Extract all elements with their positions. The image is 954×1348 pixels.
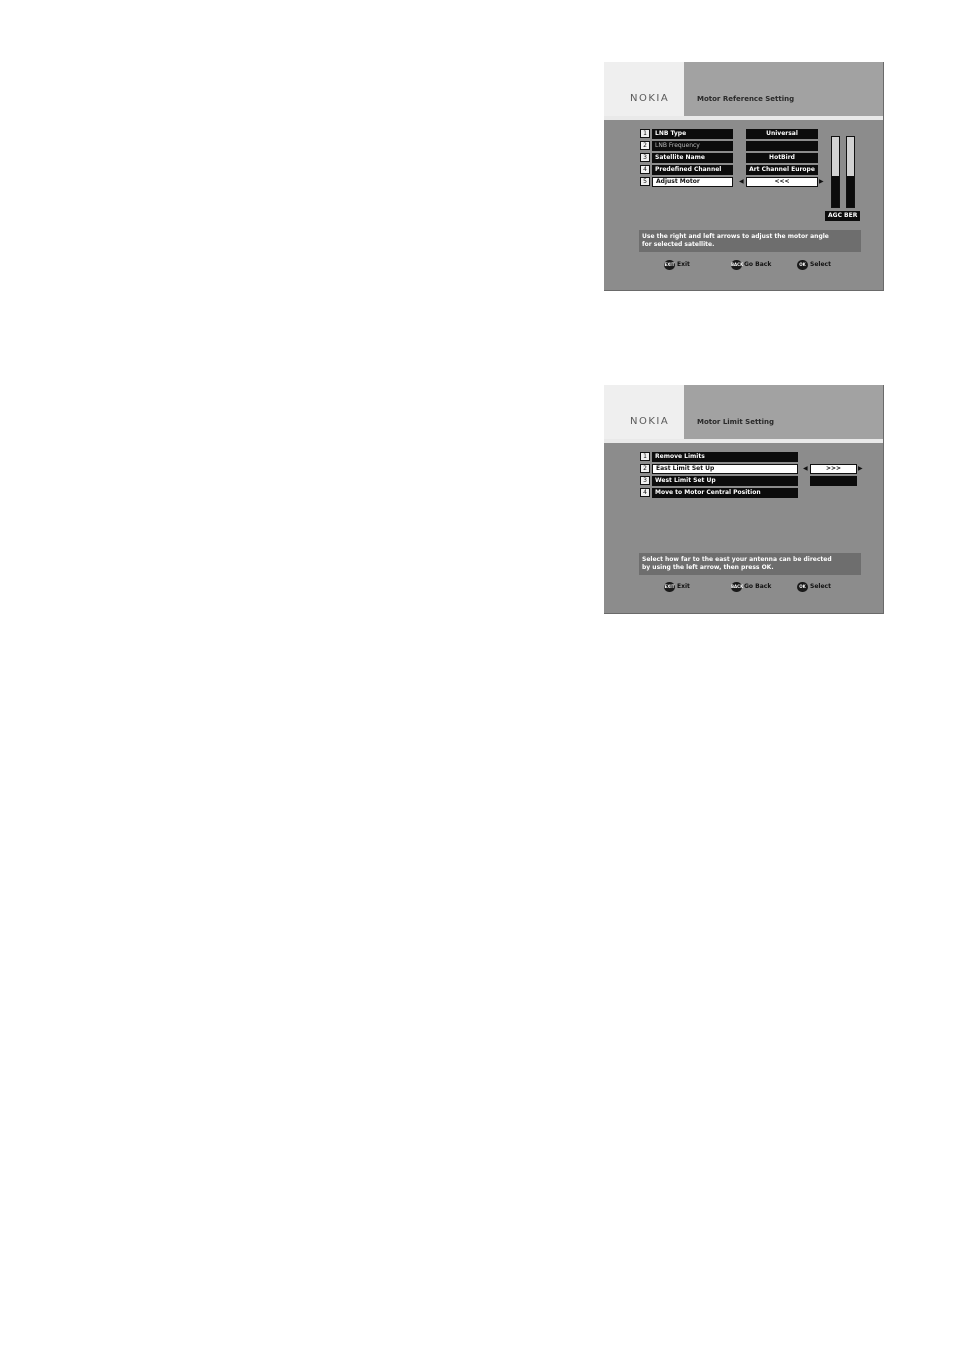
header-logo-area xyxy=(604,62,684,116)
ok-key-icon: OK xyxy=(797,582,808,592)
go-back-label: Go Back xyxy=(744,583,772,590)
lnb-frequency-value[interactable] xyxy=(746,141,818,151)
menu-item-label: Predefined Channel xyxy=(652,165,733,175)
satellite-name-value[interactable]: HotBird xyxy=(746,153,818,163)
east-limit-value[interactable]: >>> xyxy=(810,464,857,474)
lnb-type-value[interactable]: Universal xyxy=(746,129,818,139)
menu-item-label: Remove Limits xyxy=(652,452,798,462)
menu-item-number: 4 xyxy=(640,165,650,174)
help-text: Select how far to the east your antenna … xyxy=(639,553,861,575)
exit-key-icon: EXIT xyxy=(664,260,675,270)
menu-item-number: 2 xyxy=(640,141,650,150)
menu-item-label: West Limit Set Up xyxy=(652,476,798,486)
select-button[interactable]: OK Select xyxy=(797,260,831,271)
menu-item-label: Adjust Motor xyxy=(652,177,733,187)
menu-item-label: East Limit Set Up xyxy=(652,464,798,474)
header-logo-area xyxy=(604,385,684,439)
exit-key-icon: EXIT xyxy=(664,582,675,592)
agc-ber-label: AGC BER xyxy=(825,211,861,221)
menu-item-number: 1 xyxy=(640,452,650,461)
help-text-line2: for selected satellite. xyxy=(642,241,715,248)
exit-label: Exit xyxy=(677,261,690,268)
motor-limit-screen: NOKIA Motor Limit Setting 1 Remove Limit… xyxy=(604,385,884,614)
exit-button[interactable]: EXIT Exit xyxy=(664,260,690,271)
arrow-left-icon[interactable]: ◀ xyxy=(739,177,744,187)
menu-item-label: LNB Frequency xyxy=(652,141,733,151)
page-title: Motor Limit Setting xyxy=(697,418,775,426)
arrow-right-icon[interactable]: ▶ xyxy=(858,464,863,474)
west-limit-value[interactable] xyxy=(810,476,857,486)
go-back-button[interactable]: BACKGo Back xyxy=(731,260,771,271)
ok-key-icon: OK xyxy=(797,260,808,270)
menu-item-number: 3 xyxy=(640,153,650,162)
arrow-right-icon[interactable]: ▶ xyxy=(819,177,824,187)
header-title-area xyxy=(684,62,883,116)
help-text-line1: Use the right and left arrows to adjust … xyxy=(642,233,829,240)
ber-meter-fill xyxy=(847,175,854,207)
menu-item-number: 5 xyxy=(640,177,650,186)
go-back-label: Go Back xyxy=(744,261,772,268)
page-title: Motor Reference Setting xyxy=(697,95,795,103)
motor-reference-screen: NOKIA Motor Reference Setting 1 LNB Type… xyxy=(604,62,884,291)
exit-button[interactable]: EXIT Exit xyxy=(664,582,690,593)
header-title-area xyxy=(684,385,883,439)
header-divider xyxy=(604,116,883,120)
menu-item-label: LNB Type xyxy=(652,129,733,139)
menu-item-number: 1 xyxy=(640,129,650,138)
predefined-channel-value[interactable]: Art Channel Europe xyxy=(746,165,818,175)
go-back-button[interactable]: BACKGo Back xyxy=(731,582,771,593)
adjust-motor-value[interactable]: <<< xyxy=(746,177,818,187)
back-key-icon: BACK xyxy=(731,582,743,592)
exit-label: Exit xyxy=(677,583,690,590)
agc-meter-fill xyxy=(832,175,839,207)
menu-item-number: 2 xyxy=(640,464,650,473)
ber-meter xyxy=(846,136,855,208)
help-text-line2: by using the left arrow, then press OK. xyxy=(642,564,774,571)
header-divider xyxy=(604,439,883,443)
help-text: Use the right and left arrows to adjust … xyxy=(639,230,861,252)
nokia-logo: NOKIA xyxy=(630,93,670,104)
help-text-line1: Select how far to the east your antenna … xyxy=(642,556,832,563)
menu-item-label: Move to Motor Central Position xyxy=(652,488,798,498)
select-button[interactable]: OK Select xyxy=(797,582,831,593)
arrow-left-icon[interactable]: ◀ xyxy=(803,464,808,474)
agc-meter xyxy=(831,136,840,208)
menu-item-number: 4 xyxy=(640,488,650,497)
select-label: Select xyxy=(810,261,831,268)
select-label: Select xyxy=(810,583,831,590)
nokia-logo: NOKIA xyxy=(630,416,670,427)
menu-item-label: Satellite Name xyxy=(652,153,733,163)
menu-item-number: 3 xyxy=(640,476,650,485)
back-key-icon: BACK xyxy=(731,260,743,270)
